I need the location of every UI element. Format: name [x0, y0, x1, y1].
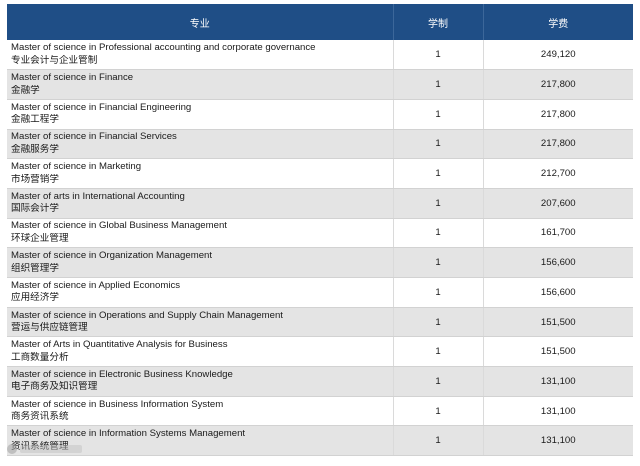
watermark — [7, 442, 127, 456]
table-row: Master of science in Electronic Business… — [7, 366, 633, 397]
fee-cell: 161,700 — [483, 218, 633, 249]
fee-cell: 131,100 — [483, 396, 633, 427]
watermark-text-smudge — [20, 445, 82, 454]
major-name-english: Master of science in Global Business Man… — [11, 220, 227, 232]
fee-cell: 151,500 — [483, 336, 633, 368]
table-row: Master of science in Professional accoun… — [7, 40, 633, 71]
major-name-chinese: 电子商务及知识管理 — [11, 381, 98, 393]
major-name-chinese: 应用经济学 — [11, 292, 59, 304]
duration-cell: 1 — [393, 307, 484, 338]
major-name-chinese: 金融工程学 — [11, 114, 59, 126]
duration-cell: 1 — [393, 188, 484, 219]
fee-cell: 249,120 — [483, 40, 633, 71]
duration-cell: 1 — [393, 277, 484, 308]
table-row: Master of science in Marketing 市场营销学 1 212,… — [7, 158, 633, 189]
major-cell: Master of science in Financial Services 金… — [7, 129, 394, 160]
major-name-english: Master of arts in International Accounti… — [11, 190, 185, 202]
major-name-chinese: 营运与供应链管理 — [11, 322, 88, 334]
major-cell: Master of science in Applied Economics 应用… — [7, 277, 394, 308]
major-name-english: Master of science in Marketing — [11, 161, 142, 173]
column-header-major: 专业 — [7, 4, 394, 40]
major-name-english: Master of science in Operations and Supp… — [11, 309, 283, 321]
major-name-english: Master of science in Electronic Business… — [11, 368, 233, 380]
table-row: Master of Arts in Quantitative Analysis … — [7, 336, 633, 368]
major-name-chinese: 环球企业管理 — [11, 232, 69, 244]
major-name-english: Master of science in Applied Economics — [11, 279, 181, 291]
duration-cell: 1 — [393, 396, 484, 427]
duration-cell: 1 — [393, 247, 484, 278]
table-row: Master of science in Operations and Supp… — [7, 307, 633, 338]
table-body: Master of science in Professional accoun… — [7, 40, 633, 457]
table-row: Master of arts in International Accounti… — [7, 188, 633, 219]
major-name-chinese: 市场营销学 — [11, 173, 59, 185]
major-name-chinese: 金融学 — [11, 84, 40, 96]
major-cell: Master of science in Marketing 市场营销学 — [7, 158, 394, 189]
major-cell: Master of science in Global Business Man… — [7, 218, 394, 249]
duration-cell: 1 — [393, 425, 484, 457]
major-name-english: Master of science in Finance — [11, 72, 134, 84]
major-name-english: Master of science in Business Informatio… — [11, 398, 224, 410]
table-row: Master of science in Financial Services 金… — [7, 129, 633, 160]
tuition-table-sheet: 专业 学制 学费 Master of science in Profession… — [7, 4, 633, 457]
fee-cell: 151,500 — [483, 307, 633, 338]
header-row: 专业 学制 学费 — [7, 4, 633, 40]
major-name-chinese: 组织管理学 — [11, 262, 59, 274]
table-row: Master of science in Finance 金融学 1 217,800 — [7, 69, 633, 100]
major-name-english: Master of science in Information Systems… — [11, 428, 246, 440]
major-cell: Master of science in Professional accoun… — [7, 40, 394, 71]
fee-cell: 207,600 — [483, 188, 633, 219]
major-name-english: Master of science in Organization Manage… — [11, 250, 213, 262]
duration-cell: 1 — [393, 40, 484, 71]
major-cell: Master of science in Electronic Business… — [7, 366, 394, 397]
watermark-logo-icon — [7, 444, 17, 455]
major-name-chinese: 商务资讯系统 — [11, 411, 69, 423]
major-name-chinese: 工商数量分析 — [11, 351, 69, 363]
fee-cell: 131,100 — [483, 425, 633, 457]
major-cell: Master of science in Financial Engineeri… — [7, 99, 394, 130]
fee-cell: 217,800 — [483, 69, 633, 100]
fee-cell: 217,800 — [483, 99, 633, 130]
table-header: 专业 学制 学费 — [7, 4, 633, 40]
table-row: Master of science in Organization Manage… — [7, 247, 633, 278]
major-name-chinese: 国际会计学 — [11, 203, 59, 215]
major-name-chinese: 金融服务学 — [11, 143, 59, 155]
duration-cell: 1 — [393, 69, 484, 100]
major-cell: Master of science in Business Informatio… — [7, 396, 394, 427]
major-cell: Master of science in Finance 金融学 — [7, 69, 394, 100]
duration-cell: 1 — [393, 99, 484, 130]
duration-cell: 1 — [393, 336, 484, 368]
fee-cell: 131,100 — [483, 366, 633, 397]
major-cell: Master of science in Operations and Supp… — [7, 307, 394, 338]
major-cell: Master of Arts in Quantitative Analysis … — [7, 336, 394, 368]
major-name-english: Master of science in Professional accoun… — [11, 42, 316, 54]
major-name-chinese: 专业会计与企业管制 — [11, 54, 98, 66]
duration-cell: 1 — [393, 218, 484, 249]
major-cell: Master of science in Organization Manage… — [7, 247, 394, 278]
major-name-english: Master of science in Financial Engineeri… — [11, 101, 192, 113]
fee-cell: 156,600 — [483, 277, 633, 308]
tuition-table: 专业 学制 学费 Master of science in Profession… — [7, 4, 633, 457]
fee-cell: 212,700 — [483, 158, 633, 189]
major-cell: Master of arts in International Accounti… — [7, 188, 394, 219]
fee-cell: 156,600 — [483, 247, 633, 278]
column-header-fee: 学费 — [483, 4, 633, 40]
column-header-duration: 学制 — [393, 4, 484, 40]
table-row: Master of science in Business Informatio… — [7, 396, 633, 427]
major-name-english: Master of science in Financial Services — [11, 131, 177, 143]
duration-cell: 1 — [393, 158, 484, 189]
table-row: Master of science in Global Business Man… — [7, 218, 633, 249]
table-row: Master of science in Applied Economics 应用… — [7, 277, 633, 308]
duration-cell: 1 — [393, 366, 484, 397]
table-row: Master of science in Financial Engineeri… — [7, 99, 633, 130]
duration-cell: 1 — [393, 129, 484, 160]
major-name-english: Master of Arts in Quantitative Analysis … — [11, 339, 228, 351]
fee-cell: 217,800 — [483, 129, 633, 160]
